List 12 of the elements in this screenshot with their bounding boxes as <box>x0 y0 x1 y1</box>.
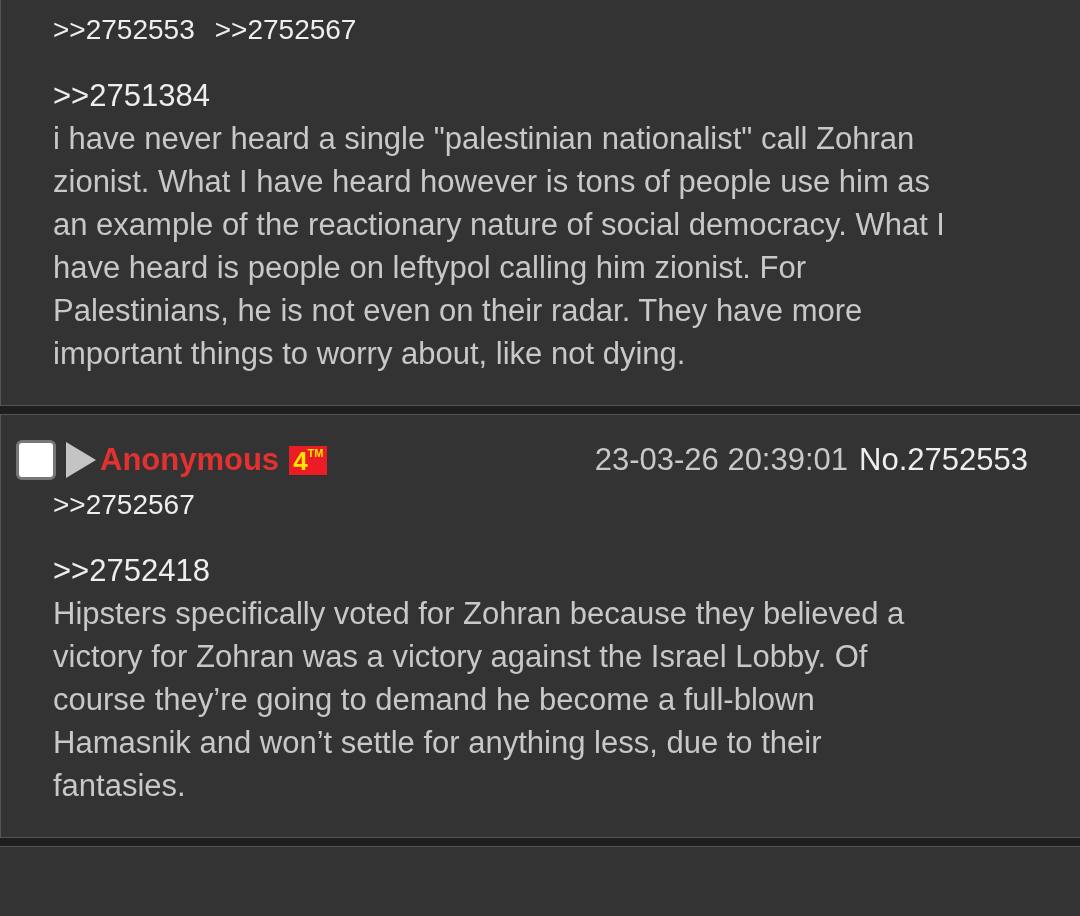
backlink[interactable]: >>2752553 <box>53 12 195 48</box>
expand-triangle-icon[interactable] <box>66 442 96 478</box>
checkbox[interactable] <box>16 440 56 480</box>
post-body: Hipsters specifically voted for Zohran because they believed a victory for Zohran was a victory against the Israel Lobby. Of course they’re going to demand he become a full-blown Hamasnik and won’t settle for anything less, due to their fantasies. <box>53 595 906 805</box>
poster-name: Anonymous <box>100 440 280 479</box>
post-body: i have never heard a single "palestinian nationalist" call Zohran zionist. What I have heard however is tons of people use him as an example of the reactionary nature of social democracy. What I have heard is people on leftypol calling him zionist. For Palestinians, he is not even on their radar. They have more important things to worry about, like not dying. <box>53 120 946 373</box>
post-number[interactable]: No.2752553 <box>859 436 1028 484</box>
post-date: 23-03-26 20:39:01 <box>594 440 849 479</box>
quote-link[interactable]: >>2751384 <box>53 74 952 117</box>
backlink[interactable]: >>2752567 <box>214 12 357 48</box>
quote-link[interactable]: >>2752418 <box>53 549 952 592</box>
backlink[interactable]: >>2752567 <box>53 487 195 523</box>
